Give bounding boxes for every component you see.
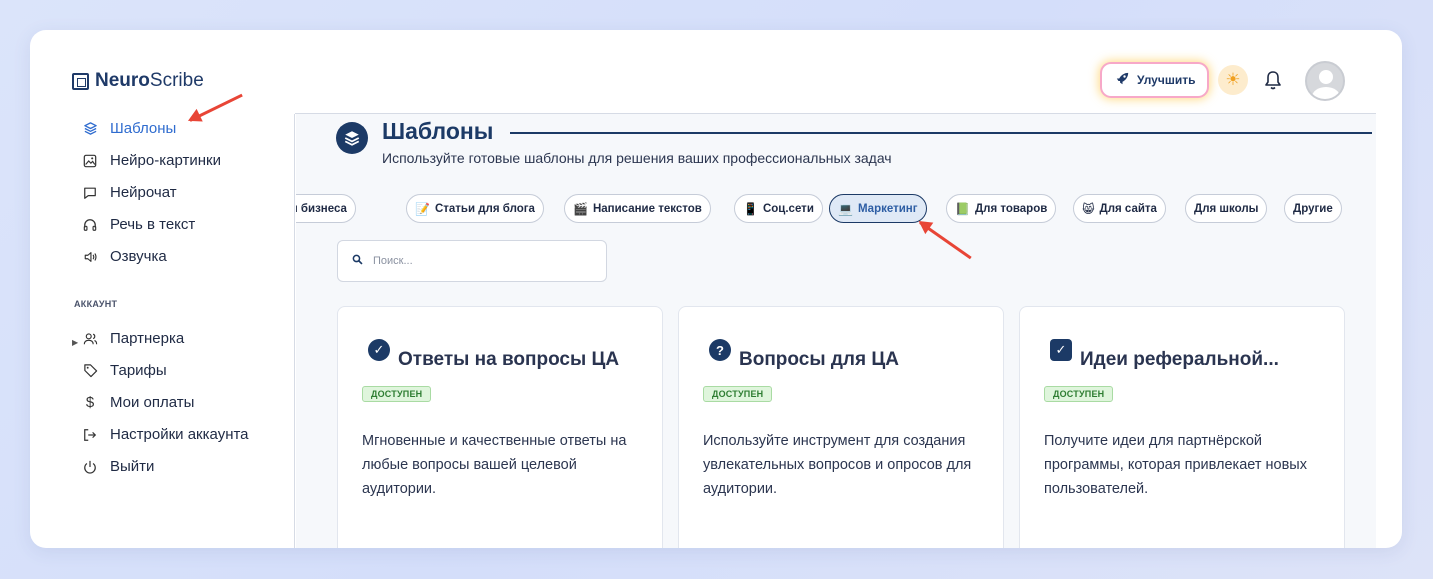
layers-icon <box>336 122 368 154</box>
sidebar: Шаблоны Нейро-картинки Нейрочат Речь в т… <box>30 114 295 548</box>
sidebar-item-label: Нейро-картинки <box>110 152 221 169</box>
sidebar-item-neuro-images[interactable]: Нейро-картинки <box>82 152 221 169</box>
sidebar-item-templates[interactable]: Шаблоны <box>82 120 176 137</box>
headphones-icon <box>82 217 98 233</box>
laptop-icon: 💻 <box>838 201 853 216</box>
sidebar-item-label: Мои оплаты <box>110 394 195 411</box>
title-divider <box>510 132 1372 134</box>
chip-label: Другие <box>1293 202 1333 215</box>
search-box[interactable] <box>337 240 607 282</box>
chat-icon <box>82 185 98 201</box>
sidebar-item-neurochat[interactable]: Нейрочат <box>82 184 177 201</box>
search-input[interactable] <box>373 255 573 267</box>
sidebar-item-speech-to-text[interactable]: Речь в текст <box>82 216 195 233</box>
sidebar-item-label: Партнерка <box>110 330 185 347</box>
chip-label: я бизнеса <box>296 202 347 215</box>
layers-icon <box>82 121 98 137</box>
sidebar-item-partner[interactable]: Партнерка <box>82 330 184 347</box>
account-section-label: АККАУНТ <box>74 299 118 309</box>
check-circle-icon: ✓ <box>368 339 390 361</box>
sun-icon: ☀ <box>1225 70 1241 89</box>
user-avatar[interactable] <box>1305 61 1345 101</box>
brand-logo[interactable]: NeuroScribe <box>72 70 204 92</box>
cat-icon: 😸 <box>1082 201 1095 216</box>
chip-label: Для сайта <box>1099 202 1157 215</box>
chip-label: Для школы <box>1194 202 1259 215</box>
chip-label: Написание текстов <box>592 202 702 215</box>
memo-icon: 📝 <box>415 201 430 216</box>
users-icon <box>82 331 98 347</box>
sidebar-item-label: Озвучка <box>110 248 167 265</box>
category-chips: я бизнеса 📝 Статьи для блога 🎬 Написание… <box>296 194 1376 226</box>
question-circle-icon: ? <box>709 339 731 361</box>
app-window: NeuroScribe Улучшить ☀ Шаблоны Нейро-кар… <box>30 30 1402 548</box>
card-title: Вопросы для ЦА <box>739 349 899 370</box>
bell-icon <box>1265 71 1281 90</box>
clapper-icon: 🎬 <box>573 201 588 216</box>
brand-name-bold: Neuro <box>95 70 150 91</box>
chip-other[interactable]: Другие <box>1284 194 1342 223</box>
sidebar-item-label: Речь в текст <box>110 216 196 233</box>
sidebar-item-logout[interactable]: Выйти <box>82 458 154 475</box>
status-badge: ДОСТУПЕН <box>703 386 773 402</box>
sidebar-item-payments[interactable]: $ Мои оплаты <box>82 394 195 411</box>
page-subtitle: Используйте готовые шаблоны для решения … <box>382 150 892 166</box>
chip-label: Соц.сети <box>762 202 814 215</box>
chip-school[interactable]: Для школы <box>1185 194 1268 223</box>
chip-social-media[interactable]: 📱 Соц.сети <box>734 194 823 223</box>
power-icon <box>82 459 98 475</box>
page-title: Шаблоны <box>382 118 494 144</box>
chip-business[interactable]: я бизнеса <box>296 194 356 223</box>
chip-label: Маркетинг <box>857 202 918 215</box>
template-card[interactable]: ✓ Идеи реферальной... ДОСТУПЕН Получите … <box>1019 306 1345 548</box>
chip-blog-articles[interactable]: 📝 Статьи для блога <box>406 194 544 223</box>
chip-text-writing[interactable]: 🎬 Написание текстов <box>564 194 711 223</box>
phone-icon: 📱 <box>743 201 758 216</box>
brand-name-light: Scribe <box>149 70 204 91</box>
card-description: Получите идеи для партнёрской программы,… <box>1044 433 1307 497</box>
main-content: Шаблоны Используйте готовые шаблоны для … <box>296 114 1376 548</box>
chip-products[interactable]: 📗 Для товаров <box>946 194 1057 223</box>
logo-icon <box>72 72 89 90</box>
sidebar-item-label: Нейрочат <box>110 184 177 201</box>
card-title: Ответы на вопросы ЦА <box>398 349 620 370</box>
sidebar-item-label: Шаблоны <box>110 120 177 137</box>
theme-toggle-button[interactable]: ☀ <box>1218 65 1248 95</box>
sidebar-item-label: Тарифы <box>110 362 167 379</box>
sidebar-item-account-settings[interactable]: Настройки аккаунта <box>82 426 249 443</box>
template-card[interactable]: ✓ Ответы на вопросы ЦА ДОСТУПЕН Мгновенн… <box>337 306 663 548</box>
chip-label: Для товаров <box>974 202 1048 215</box>
sidebar-item-label: Настройки аккаунта <box>110 426 249 443</box>
dollar-icon: $ <box>85 394 95 411</box>
card-description: Используйте инструмент для создания увле… <box>703 433 972 497</box>
sidebar-item-label: Выйти <box>110 458 155 475</box>
image-icon <box>82 153 98 169</box>
sidebar-item-voiceover[interactable]: Озвучка <box>82 248 167 265</box>
search-icon <box>352 254 363 268</box>
speaker-icon <box>82 249 98 265</box>
tag-icon <box>82 363 98 379</box>
book-icon: 📗 <box>955 201 970 216</box>
rocket-icon <box>1116 72 1129 88</box>
chip-label: Статьи для блога <box>434 202 535 215</box>
chip-marketing[interactable]: 💻 Маркетинг <box>829 194 927 223</box>
sign-in-icon <box>82 427 98 443</box>
card-title: Идеи реферальной... <box>1080 349 1279 370</box>
sidebar-item-tariffs[interactable]: Тарифы <box>82 362 167 379</box>
caret-right-icon[interactable]: ▶ <box>72 338 78 347</box>
notifications-button[interactable] <box>1262 68 1284 92</box>
upgrade-label: Улучшить <box>1137 73 1196 87</box>
status-badge: ДОСТУПЕН <box>1044 386 1114 402</box>
status-badge: ДОСТУПЕН <box>362 386 432 402</box>
card-description: Мгновенные и качественные ответы на любы… <box>362 433 627 497</box>
check-box-icon: ✓ <box>1050 339 1072 361</box>
chip-website[interactable]: 😸 Для сайта <box>1073 194 1166 223</box>
template-card[interactable]: ? Вопросы для ЦА ДОСТУПЕН Используйте ин… <box>678 306 1004 548</box>
upgrade-button[interactable]: Улучшить <box>1102 64 1208 96</box>
